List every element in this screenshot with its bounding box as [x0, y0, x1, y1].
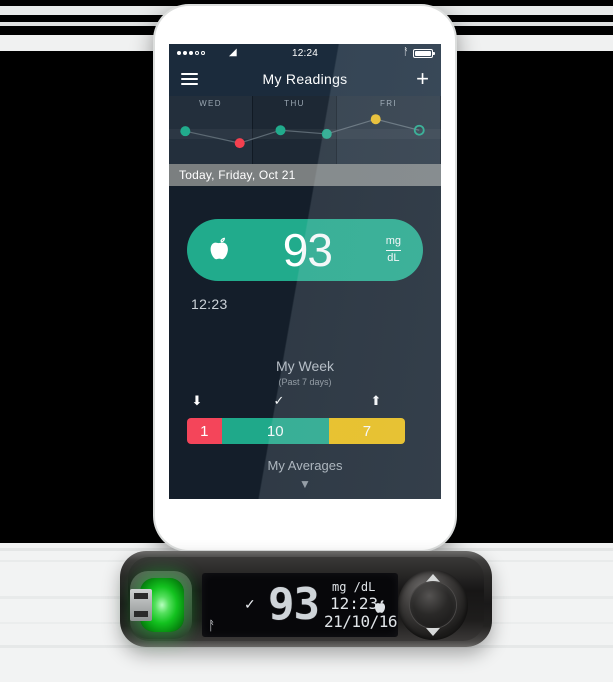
test-strip-icon	[130, 589, 152, 621]
week-segment-in-range[interactable]: 10	[221, 418, 329, 444]
current-reading-card[interactable]: 93 mg dL	[187, 219, 423, 281]
status-bar: ◢ 12:24 ᚨ	[169, 44, 441, 62]
reading-timestamp: 12:23	[191, 296, 228, 312]
chart-data-point-high[interactable]	[370, 114, 381, 125]
week-segment-high[interactable]: 7	[328, 418, 405, 444]
glucose-meter-device: ᚨ ✓ 93 mg /dL 12:23 21/10/16	[120, 551, 492, 647]
dpad-center-button[interactable]	[410, 582, 456, 628]
smartphone-device: ◢ 12:24 ᚨ My Readings + WED THU FRI Toda…	[155, 6, 455, 550]
my-averages-link[interactable]: My Averages	[169, 458, 441, 473]
trend-chart[interactable]: WED THU FRI	[169, 96, 441, 164]
meter-lcd-display: ᚨ ✓ 93 mg /dL 12:23 21/10/16	[202, 573, 398, 637]
reading-units: mg dL	[385, 234, 401, 266]
chart-data-point-low[interactable]	[234, 138, 245, 149]
chart-plot	[180, 114, 425, 149]
apple-icon	[374, 600, 386, 613]
reading-unit-numerator: mg	[385, 234, 401, 247]
reading-unit-denominator: dL	[385, 249, 401, 264]
arrow-down-icon: ⬇	[191, 393, 203, 408]
chart-data-point-in-range[interactable]	[321, 128, 332, 139]
navigation-dpad-button[interactable]	[398, 570, 468, 640]
lcd-date: 21/10/16	[324, 612, 398, 631]
battery-full-icon	[413, 48, 435, 58]
bluetooth-icon: ᚨ	[403, 47, 409, 58]
week-segment-low[interactable]: 1	[187, 418, 222, 444]
lcd-units: mg /dL	[332, 580, 376, 594]
week-legend-icons: ⬇ ✓ ⬆	[187, 394, 423, 414]
week-subtitle: (Past 7 days)	[278, 377, 332, 387]
week-distribution-bar[interactable]: 1 10 7	[187, 418, 405, 444]
week-title: My Week	[275, 358, 335, 374]
date-bar: Today, Friday, Oct 21	[169, 164, 441, 186]
reading-value: 93	[282, 224, 333, 276]
test-strip-port	[130, 571, 192, 639]
meter-body: ᚨ ✓ 93 mg /dL 12:23 21/10/16	[128, 557, 484, 641]
triangle-up-icon[interactable]	[426, 574, 440, 582]
check-icon: ✓	[244, 596, 256, 612]
chart-data-point-in-range[interactable]	[275, 125, 286, 136]
status-bar-time: 12:24	[291, 47, 319, 59]
arrow-up-icon: ⬆	[370, 393, 382, 408]
lcd-reading-value: 93	[268, 579, 320, 630]
chevron-down-icon[interactable]: ▼	[169, 478, 441, 490]
check-icon: ✓	[273, 393, 285, 408]
bluetooth-icon: ᚨ	[208, 618, 216, 633]
lcd-time: 12:23	[330, 594, 379, 613]
phone-screen: ◢ 12:24 ᚨ My Readings + WED THU FRI Toda…	[169, 44, 441, 499]
triangle-down-icon[interactable]	[426, 628, 440, 636]
plus-icon[interactable]: +	[416, 68, 429, 90]
chart-data-point-in-range[interactable]	[180, 126, 191, 137]
app-header: My Readings +	[169, 62, 441, 96]
readings-body: 93 mg dL 12:23 My Week (Past 7 days) ⬇ ✓…	[169, 186, 441, 499]
page-title: My Readings	[262, 71, 348, 87]
